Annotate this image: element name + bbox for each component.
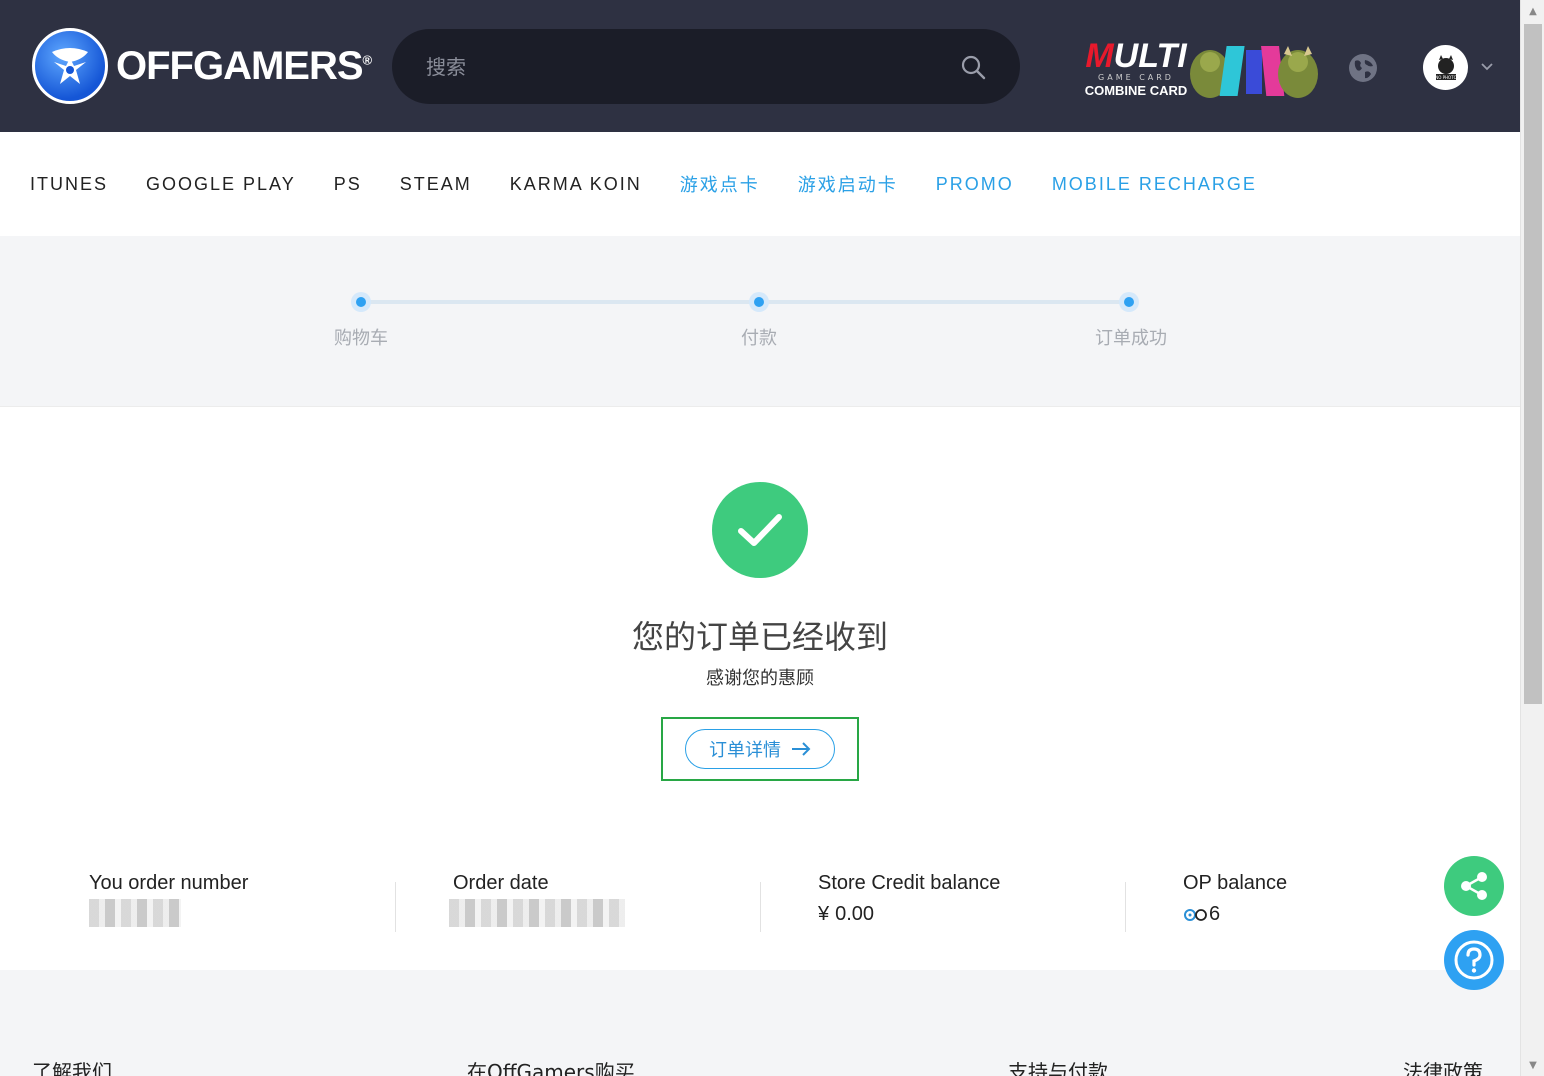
order-details-highlight: 订单详情 — [661, 717, 859, 781]
site-footer: 了解我们 在OffGamers购买 支持与付款 法律政策 — [0, 970, 1520, 1076]
order-number-block: You order number — [89, 872, 369, 942]
page: OFFGAMERS® MULTI GAME CARD COMBINE CARD — [0, 0, 1520, 1076]
avatar[interactable]: NO PHOTO — [1423, 45, 1468, 90]
brand-name: OFFGAMERS® — [116, 43, 372, 88]
store-credit-value: ¥0.00 — [818, 903, 875, 925]
order-details-label: 订单详情 — [709, 740, 781, 761]
step-dot-payment — [749, 292, 769, 312]
page-title: 您的订单已经收到 — [631, 618, 888, 656]
store-credit-label: Store Credit balance — [818, 872, 1001, 894]
category-nav: ITUNES GOOGLE PLAY PS STEAM KARMA KOIN 游戏点卡 游戏… — [0, 132, 1520, 236]
globe-icon[interactable] — [1347, 52, 1379, 84]
op-balance-label: OP balance — [1183, 872, 1288, 894]
nav-item-1[interactable]: GOOGLE PLAY — [146, 174, 296, 195]
op-balance-block: OP balance 6 — [1183, 872, 1383, 942]
step-label-payment: 付款 — [741, 328, 777, 349]
op-balance-value: 6 — [1183, 903, 1383, 926]
nav-item-7[interactable]: PROMO — [936, 174, 1014, 195]
step-dot-cart — [351, 292, 371, 312]
info-divider — [760, 882, 761, 932]
store-credit-block: Store Credit balance ¥0.00 — [818, 872, 1098, 942]
nav-item-2[interactable]: PS — [334, 174, 362, 195]
question-mark-icon — [1454, 940, 1494, 980]
help-button[interactable] — [1444, 930, 1504, 990]
progress-line — [361, 300, 1129, 304]
step-dot-success — [1119, 292, 1139, 312]
nav-item-6[interactable]: 游戏启动卡 — [798, 171, 898, 197]
search-bar[interactable] — [392, 29, 1020, 104]
chevron-down-icon[interactable] — [1479, 58, 1495, 74]
nav-item-3[interactable]: STEAM — [400, 174, 472, 195]
nav-item-0[interactable]: ITUNES — [30, 174, 108, 195]
order-date-label: Order date — [453, 872, 549, 894]
footer-link-legal[interactable]: 法律政策 — [1403, 1056, 1483, 1076]
arrow-right-icon — [792, 742, 811, 756]
nav-item-5[interactable]: 游戏点卡 — [680, 171, 760, 197]
page-subtitle: 感谢您的惠顾 — [706, 668, 814, 689]
nav-item-8[interactable]: MOBILE RECHARGE — [1052, 174, 1257, 195]
svg-text:NO PHOTO: NO PHOTO — [1435, 75, 1457, 80]
offgamers-logo[interactable]: OFFGAMERS® — [32, 28, 372, 104]
page-scrollbar[interactable]: ▲ ▼ — [1520, 0, 1544, 1076]
multi-game-card-banner[interactable]: MULTI GAME CARD COMBINE CARD — [1084, 36, 1320, 102]
order-details-button[interactable]: 订单详情 — [685, 729, 835, 769]
order-date-redacted — [449, 899, 625, 927]
footer-link-support[interactable]: 支持与付款 — [1008, 1056, 1108, 1076]
nav-item-4[interactable]: KARMA KOIN — [510, 174, 642, 195]
order-date-block: Order date — [449, 872, 733, 942]
scrollbar-thumb[interactable] — [1524, 24, 1542, 704]
footer-link-about[interactable]: 了解我们 — [32, 1056, 112, 1076]
success-check-icon — [712, 482, 808, 578]
promo-characters-image — [1188, 36, 1318, 102]
step-label-cart: 购物车 — [334, 328, 388, 349]
info-divider — [395, 882, 396, 932]
user-avatar-icon: NO PHOTO — [1435, 54, 1457, 80]
scroll-down-arrow-icon[interactable]: ▼ — [1521, 1054, 1544, 1076]
order-summary-row: You order number Order date Store Credit… — [0, 872, 1520, 942]
checkout-progress: 购物车 付款 订单成功 — [0, 236, 1520, 407]
search-icon[interactable] — [960, 54, 986, 80]
op-points-icon — [1184, 908, 1207, 921]
order-confirmation: 您的订单已经收到 感谢您的惠顾 订单详情 You order number Or… — [0, 407, 1520, 970]
order-number-label: You order number — [89, 872, 249, 894]
order-number-redacted — [89, 899, 181, 927]
site-header: OFFGAMERS® MULTI GAME CARD COMBINE CARD — [0, 0, 1520, 132]
scroll-up-arrow-icon[interactable]: ▲ — [1521, 0, 1544, 22]
share-icon — [1461, 872, 1487, 900]
info-divider — [1125, 882, 1126, 932]
share-button[interactable] — [1444, 856, 1504, 916]
promo-text: MULTI GAME CARD COMBINE CARD — [1084, 37, 1188, 98]
step-label-success: 订单成功 — [1095, 328, 1167, 349]
offgamers-logo-icon — [32, 28, 108, 104]
footer-link-buy[interactable]: 在OffGamers购买 — [467, 1056, 635, 1076]
search-input[interactable] — [426, 54, 960, 79]
